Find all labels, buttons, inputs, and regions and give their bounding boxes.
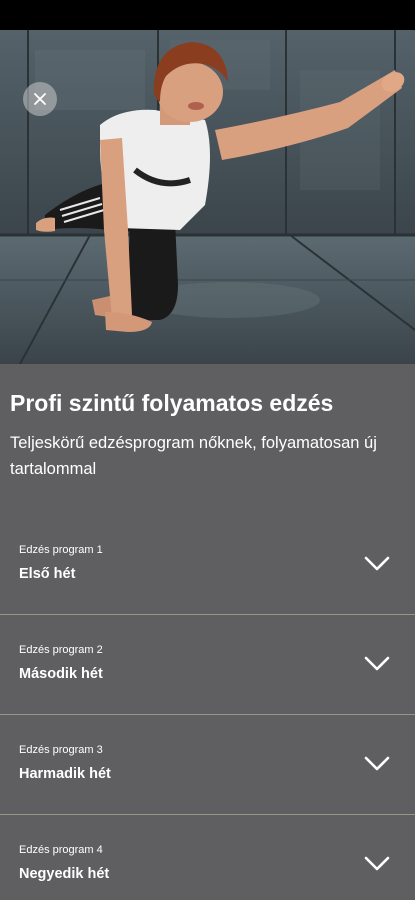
- program-caption: Edzés program 2: [19, 644, 103, 656]
- page-title: Profi szintű folyamatos edzés: [10, 390, 334, 416]
- program-item-4[interactable]: Edzés program 4 Negyedik hét: [0, 815, 415, 900]
- exercise-photo: [0, 30, 415, 364]
- page-subtitle: Teljeskörű edzésprogram nőknek, folyamat…: [10, 434, 377, 478]
- status-bar: [0, 0, 415, 30]
- close-icon: [34, 93, 46, 105]
- chevron-down-icon[interactable]: [363, 655, 391, 673]
- program-item-1[interactable]: Edzés program 1 Első hét: [0, 515, 415, 615]
- program-caption: Edzés program 4: [19, 844, 103, 856]
- program-name: Harmadik hét: [19, 766, 111, 782]
- close-button[interactable]: [23, 82, 57, 116]
- chevron-down-icon[interactable]: [363, 855, 391, 873]
- program-name: Második hét: [19, 666, 103, 682]
- hero-image: [0, 30, 415, 364]
- program-list: Edzés program 1 Első hét Edzés program 2…: [0, 515, 415, 900]
- program-details: Profi szintű folyamatos edzés Teljeskörű…: [0, 364, 415, 900]
- app-screen: Profi szintű folyamatos edzés Teljeskörű…: [0, 0, 415, 900]
- program-caption: Edzés program 3: [19, 744, 103, 756]
- program-name: Első hét: [19, 566, 76, 582]
- program-caption: Edzés program 1: [19, 544, 103, 556]
- chevron-down-icon[interactable]: [363, 555, 391, 573]
- program-item-2[interactable]: Edzés program 2 Második hét: [0, 615, 415, 715]
- program-name: Negyedik hét: [19, 866, 110, 882]
- program-item-3[interactable]: Edzés program 3 Harmadik hét: [0, 715, 415, 815]
- chevron-down-icon[interactable]: [363, 755, 391, 773]
